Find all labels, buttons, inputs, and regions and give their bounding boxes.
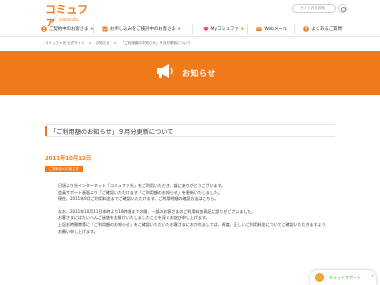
article-title: 「ご利用額のお知らせ」９月分更新について xyxy=(50,129,174,136)
nav-item-label: お申し込みをご検討中のお客さま xyxy=(110,27,176,32)
question-icon: ? xyxy=(303,26,310,33)
close-icon[interactable]: × xyxy=(371,273,374,278)
global-nav: ご契約中のお客さま ▼ お申し込みをご検討中のお客さま ▼ Myコミュファ ▼ … xyxy=(35,22,351,36)
article-paragraph: 日頃より光インターネット「コミュファ光」をご利用いただき、誠にありがとうございま… xyxy=(58,183,226,188)
svg-text:?: ? xyxy=(305,27,308,32)
breadcrumb: コミュファ光 公式サイト > お知らせ > 「ご利用額のお知らせ」９月分更新につ… xyxy=(45,41,194,46)
article-date: 2011年10月12日 xyxy=(45,156,92,162)
article-paragraph: 上記お時間帯等に「ご利用額のお知らせ」をご確認いただいたお客さまにおかれましては… xyxy=(58,221,326,227)
heart-icon xyxy=(203,26,209,32)
breadcrumb-link-home[interactable]: コミュファ光 公式サイト xyxy=(45,41,85,45)
chevron-down-icon: ▼ xyxy=(177,27,181,31)
breadcrumb-separator: > xyxy=(88,41,92,45)
chat-support-widget[interactable]: チャットサポート × xyxy=(310,270,376,285)
chevron-down-icon: ▼ xyxy=(240,27,244,31)
breadcrumb-separator: > xyxy=(113,41,117,45)
mail-icon xyxy=(256,26,263,32)
article-paragraph: 現在、2011年9月ご利用料金までご確認いただけます。ご利用明細の確認方法はこち… xyxy=(58,196,219,202)
user-icon xyxy=(41,26,47,32)
nav-item-faq[interactable]: ? よくあるご質問 xyxy=(295,22,351,36)
nav-item-label: Myコミュファ xyxy=(210,27,239,32)
nav-item-prospects[interactable]: お申し込みをご検討中のお客さま ▼ xyxy=(94,22,192,36)
megaphone-icon xyxy=(155,63,175,83)
nav-item-my-commufa[interactable]: Myコミュファ ▼ xyxy=(193,22,248,36)
chat-mascot-icon xyxy=(315,273,324,282)
banner-heading: お知らせ xyxy=(155,64,216,82)
chevron-down-icon: ▼ xyxy=(90,27,94,31)
article-paragraph: お願い申し上げます。 xyxy=(58,228,98,234)
site-header: コミュファ commufa サイト内を検索 ご契約中のお客さま ▼ お申し込みを… xyxy=(0,0,380,37)
title-accent-bar xyxy=(45,126,47,136)
chat-support-label: チャットサポート xyxy=(329,275,361,280)
nav-item-label: よくあるご質問 xyxy=(311,27,342,32)
nav-item-subscribers[interactable]: ご契約中のお客さま ▼ xyxy=(35,22,93,36)
page-title: お知らせ xyxy=(182,68,216,78)
category-badge: ご契約中のお客さま xyxy=(45,166,83,172)
page-banner: お知らせ xyxy=(0,51,380,95)
site-search-input[interactable]: サイト内を検索 xyxy=(292,4,336,13)
article-title-box: 「ご利用額のお知らせ」９月分更新について xyxy=(45,124,335,137)
article-paragraph: お客さまにはたいへんご迷惑をお掛けいたしましたことを深くお詫び申し上げます。 xyxy=(58,215,210,221)
breadcrumb-current: 「ご利用額のお知らせ」９月分更新について xyxy=(120,41,191,45)
nav-item-webmail[interactable]: Webメール xyxy=(248,22,294,36)
search-icon[interactable] xyxy=(338,4,347,13)
article-body: 日頃より光インターネット「コミュファ光」をご利用いただき、誠にありがとうございま… xyxy=(58,183,348,235)
nav-item-label: Webメール xyxy=(264,27,288,32)
breadcrumb-link-news[interactable]: お知らせ xyxy=(96,41,110,45)
nav-item-label: ご契約中のお客さま xyxy=(49,27,89,32)
checklist-icon xyxy=(102,26,108,32)
